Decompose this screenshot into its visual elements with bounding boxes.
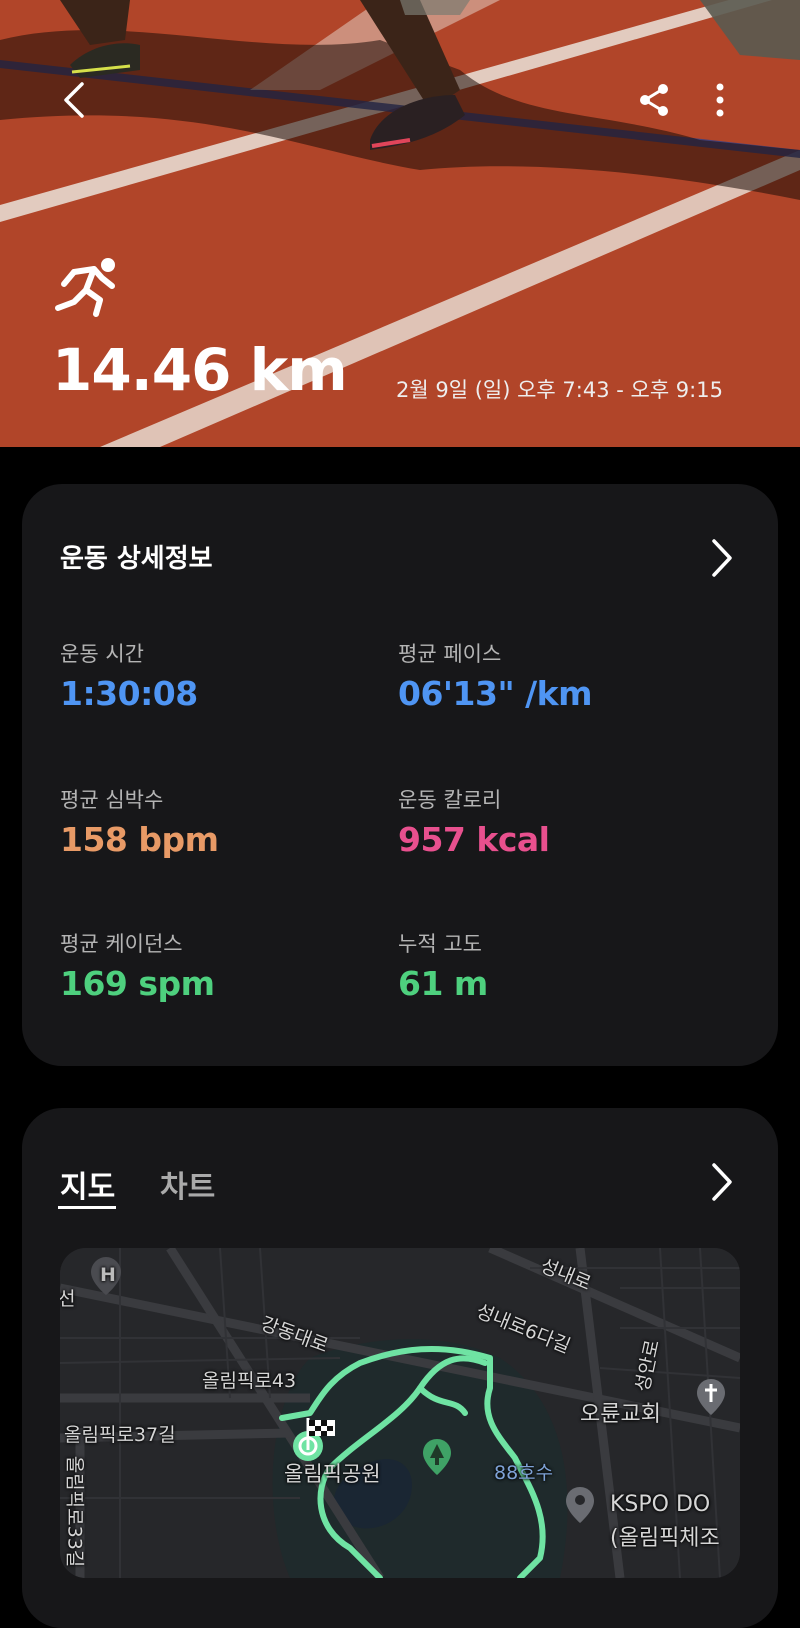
finish-flag-icon xyxy=(306,1418,335,1450)
share-icon xyxy=(640,84,668,116)
metric-value-heart-rate: 158 bpm xyxy=(60,820,219,859)
map-label-oryun-church: 오륜교회 xyxy=(580,1402,661,1427)
hospital-label: H xyxy=(100,1264,116,1286)
map-label-olympic-37: 올림픽로37길 xyxy=(64,1424,176,1446)
metric-value-pace: 06'13" /km xyxy=(398,674,593,713)
route-map[interactable]: H 성내로 강동대로 성내로6다길 올림픽로43 올림픽로37길 올림픽로33길… xyxy=(60,1248,740,1578)
more-vert-icon xyxy=(716,83,724,117)
metric-label-cadence: 평균 케이던스 xyxy=(60,932,183,956)
metric-label-elevation: 누적 고도 xyxy=(398,932,482,956)
active-tab-indicator xyxy=(58,1206,116,1209)
map-label-kspo-dome: KSPO DO xyxy=(610,1492,711,1517)
metric-value-elevation: 61 m xyxy=(398,964,488,1003)
map-label-olympic-43: 올림픽로43 xyxy=(202,1370,297,1392)
hero-banner: 14.46 km 2월 9일 (일) 오후 7:43 - 오후 9:15 xyxy=(0,0,800,447)
metric-value-cadence: 169 spm xyxy=(60,964,215,1003)
venue-marker-icon xyxy=(566,1487,594,1523)
metric-value-calories: 957 kcal xyxy=(398,820,550,859)
park-marker-icon xyxy=(423,1439,451,1475)
back-icon xyxy=(64,82,84,118)
chevron-right-icon[interactable] xyxy=(704,536,738,580)
metric-label-heart-rate: 평균 심박수 xyxy=(60,788,164,812)
workout-details-card[interactable]: 운동 상세정보 운동 시간 1:30:08 평균 페이스 06'13" /km … xyxy=(22,484,778,1066)
details-title: 운동 상세정보 xyxy=(60,544,213,574)
map-label-olympic-33: 올림픽로33길 xyxy=(63,1455,86,1568)
share-button[interactable] xyxy=(630,76,678,124)
map-label-88-lake: 88호수 xyxy=(494,1462,554,1484)
map-label-kspo-dome-sub: (올림픽체조 xyxy=(610,1526,720,1551)
tab-map[interactable]: 지도 xyxy=(60,1162,115,1206)
metric-value-duration: 1:30:08 xyxy=(60,674,198,713)
tab-chart[interactable]: 차트 xyxy=(160,1162,215,1206)
more-options-button[interactable] xyxy=(696,76,744,124)
metric-label-duration: 운동 시간 xyxy=(60,642,144,666)
distance-value: 14.46 km xyxy=(52,336,348,404)
metric-label-pace: 평균 페이스 xyxy=(398,642,502,666)
map-label-olympic-park: 올림픽공원 xyxy=(284,1462,381,1486)
church-marker-icon xyxy=(697,1379,725,1415)
running-icon xyxy=(55,258,115,317)
metric-label-calories: 운동 칼로리 xyxy=(398,788,502,812)
map-label-edge: 선 xyxy=(60,1288,76,1310)
workout-time-range: 2월 9일 (일) 오후 7:43 - 오후 9:15 xyxy=(396,378,723,402)
chevron-right-icon[interactable] xyxy=(704,1160,738,1204)
back-button[interactable] xyxy=(50,76,98,124)
